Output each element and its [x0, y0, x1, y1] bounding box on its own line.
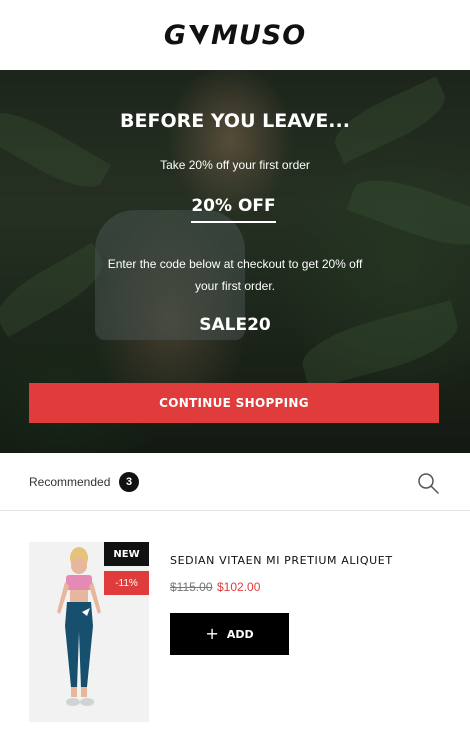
logo-text-left: G — [163, 19, 187, 51]
promo-code: SALE20 — [199, 315, 271, 335]
recommended-label: Recommended — [29, 475, 111, 489]
add-to-cart-button[interactable]: + ADD — [170, 613, 289, 655]
offer-subtitle: Take 20% off your first order — [160, 158, 310, 172]
product-image[interactable] — [29, 542, 149, 722]
offer-description: Enter the code below at checkout to get … — [107, 257, 363, 293]
site-header: G MUSO — [0, 0, 470, 70]
brand-logo[interactable]: G MUSO — [164, 20, 306, 51]
product-name[interactable]: SEDIAN VITAEN MI PRETIUM ALIQUET — [170, 554, 393, 567]
new-badge: NEW — [104, 542, 149, 566]
product-card: NEW -11% SEDIAN VITAEN MI PRETIUM ALIQUE… — [0, 511, 470, 740]
v-mark-icon — [188, 25, 209, 45]
original-price: $115.00 — [170, 580, 213, 594]
discount-label: 20% OFF — [191, 196, 276, 223]
search-icon[interactable] — [416, 471, 440, 495]
logo-text-right: MUSO — [210, 19, 307, 51]
sale-price: $102.00 — [217, 580, 261, 594]
recommended-bar: Recommended 3 — [0, 453, 470, 511]
continue-shopping-button[interactable]: CONTINUE SHOPPING — [29, 383, 439, 423]
plus-icon: + — [205, 624, 219, 643]
discount-badge: -11% — [104, 571, 149, 595]
offer-title: BEFORE YOU LEAVE... — [120, 110, 350, 132]
recommended-count-badge: 3 — [119, 472, 139, 492]
exit-offer-banner: BEFORE YOU LEAVE... Take 20% off your fi… — [0, 70, 470, 453]
add-button-label: ADD — [226, 627, 254, 641]
model-illustration — [29, 542, 149, 722]
